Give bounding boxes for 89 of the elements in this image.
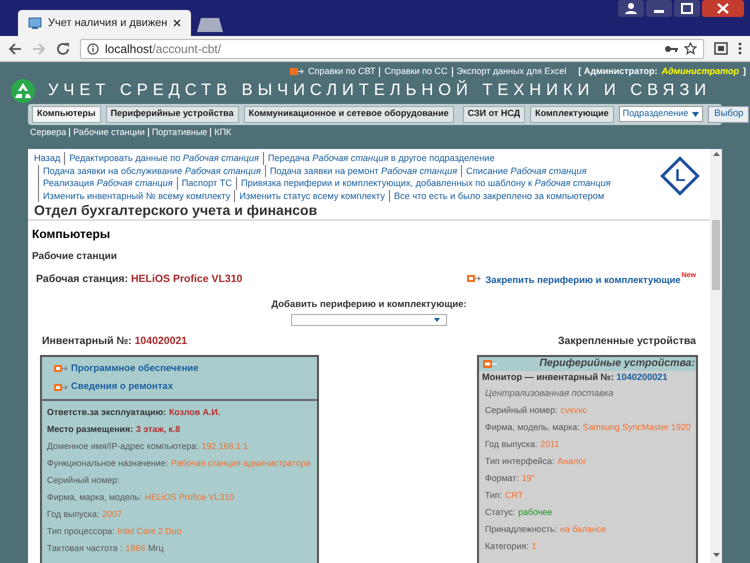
scroll-up-icon[interactable] <box>712 152 720 156</box>
note-text: Централизованная поставка <box>485 386 614 400</box>
field-text: Год выпуска: 2007 <box>47 508 123 522</box>
close-icon[interactable] <box>173 19 182 27</box>
action-link[interactable]: Паспорт ТС <box>176 177 232 190</box>
department-select[interactable]: Подразделение <box>618 106 704 122</box>
category-link[interactable]: Портативные <box>152 126 208 139</box>
field-text: Доменное имя/IP-адрес компьютера: 192.168.1.1 <box>47 440 250 454</box>
field-text: Тактовая частота : 1866 Мгц <box>47 542 165 556</box>
panel-link[interactable]: Программное обеспечение <box>71 362 199 376</box>
action-link[interactable]: Изменить статус всему комплекту <box>234 190 385 202</box>
field-text: Ответств.за эксплуатацию: Козлов А.И. <box>47 406 222 420</box>
menu-icon[interactable] <box>738 42 742 55</box>
arrow-link-icon[interactable] <box>483 360 497 368</box>
user-icon[interactable] <box>618 0 644 17</box>
info-icon <box>87 42 99 54</box>
field-text: Формат: 19" <box>485 472 536 486</box>
action-link[interactable]: Редактировать данные по Рабочая станция <box>64 152 259 164</box>
dropdown-icon <box>434 318 440 322</box>
action-link[interactable]: Подача заявки на ремонт Рабочая станция <box>264 164 458 177</box>
attach-link[interactable]: Закрепить периферию и комплектующие <box>485 274 681 288</box>
dropdown-icon <box>692 112 700 116</box>
field-text: Фирма, марка, модель: HELiOS Profice VL310 <box>47 491 236 504</box>
action-link[interactable]: Списание Рабочая станция <box>461 164 587 177</box>
maximize-icon[interactable] <box>674 0 700 17</box>
bracket-text: ] <box>743 65 746 78</box>
field-text: Тип: CRT <box>485 489 524 502</box>
nav-button[interactable]: Коммуникационное и сетевое оборудование <box>244 106 454 122</box>
field-text: Тип процессора: Intel Core 2 Duo <box>47 525 183 538</box>
url-text: localhost/account-cbt/ <box>105 40 222 58</box>
nav-button[interactable]: Комплектующие <box>530 106 614 122</box>
inventory-label: Инвентарный №: 104020021 <box>42 334 188 349</box>
field-text: Функциональное назначение: Рабочая станция администратора <box>47 457 312 470</box>
field-text: Серийный номер: cvxvxc <box>485 404 588 418</box>
field-text: Статус: рабочее <box>485 506 554 520</box>
panel-title: Периферийные устройства: <box>539 356 695 371</box>
key-icon[interactable] <box>664 44 678 54</box>
scrollbar[interactable] <box>710 149 722 563</box>
tab-title: Учет наличия и движен <box>48 16 168 31</box>
close-icon[interactable] <box>702 0 744 17</box>
field-text: Принадлежность: на балансе <box>485 523 608 536</box>
action-link[interactable]: Привязка периферии и комплектующих, добавленных по шаблону к Рабочая станция <box>236 177 611 190</box>
action-link[interactable]: Реализация Рабочая станция <box>38 177 173 190</box>
category-link[interactable]: КПК <box>214 126 232 139</box>
arrow-link-icon <box>467 274 482 282</box>
device-title: Монитор — инвентарный №: 1040200021 <box>481 370 669 384</box>
field-text: Фирма, модель, марка: Samsung SyncMaster 1920 <box>485 421 690 434</box>
field-text: Тип интерфейса: Аналог <box>485 455 588 468</box>
star-icon[interactable] <box>684 42 697 55</box>
scroll-thumb[interactable] <box>712 220 720 290</box>
section-title: Компьютеры <box>31 226 112 243</box>
minimize-icon[interactable] <box>646 0 672 17</box>
action-link[interactable]: Изменить инвентарный № всему комплекту <box>38 190 230 202</box>
new-tab-button[interactable] <box>197 18 224 32</box>
action-link[interactable]: Назад <box>34 152 60 164</box>
field-text: Год выпуска: 2011 <box>485 438 560 452</box>
arrow-link-icon <box>54 364 68 374</box>
station-label: Рабочая станция: HELiOS Profice VL310 <box>36 272 242 287</box>
admin-name[interactable]: Администратор <box>661 65 739 78</box>
department-title: Отдел бухгалтерского учета и финансов <box>28 202 710 221</box>
nav-button[interactable]: Периферийные устройства <box>106 106 239 122</box>
panel-link[interactable]: Сведения о ремонтах <box>71 380 173 394</box>
category-link[interactable]: Сервера <box>30 126 66 139</box>
page-icon <box>28 17 42 29</box>
reload-icon[interactable] <box>56 42 70 56</box>
action-link[interactable]: Все что есть и было закреплено за компьютером <box>388 190 604 202</box>
site-title: УЧЕТ СРЕДСТВ ВЫЧИСЛИТЕЛЬНОЙ ТЕХНИКИ И СВЯЗИ <box>48 79 712 102</box>
add-label: Добавить периферию и комплектующие: <box>271 298 467 312</box>
back-icon[interactable] <box>8 42 22 56</box>
field-text: Место размещения: 3 этаж, к.8 <box>47 423 182 436</box>
action-link[interactable]: Передача Рабочая станция в другое подразделение <box>262 152 495 164</box>
category-link[interactable]: Рабочие станции <box>73 126 145 139</box>
address-bar[interactable]: localhost/account-cbt/ <box>80 38 704 58</box>
header-link[interactable]: Справки по СС <box>384 65 448 78</box>
admin-label: [ Администратор: <box>578 65 658 78</box>
nav-button[interactable]: Компьютеры <box>32 106 101 122</box>
field-text: Серийный номер: <box>47 474 121 488</box>
scroll-down-icon[interactable] <box>712 553 720 557</box>
subsection-title: Рабочие станции <box>31 250 118 264</box>
select-button[interactable]: Выбор <box>708 106 750 122</box>
header-link[interactable]: Справки по СВТ <box>308 65 376 78</box>
header-link[interactable]: Экспорт данных для Excel <box>456 65 566 78</box>
logo-letter: L <box>674 165 686 188</box>
browser-tab[interactable]: Учет наличия и движен <box>18 10 192 36</box>
action-link[interactable]: Подача заявки на обслуживание Рабочая станция <box>38 164 261 177</box>
nav-button[interactable]: СЗИ от НСД <box>462 106 526 122</box>
arrow-link-icon <box>54 382 68 392</box>
attached-heading: Закрепленные устройства <box>558 334 696 349</box>
field-text: Категория: 1 <box>485 540 538 554</box>
